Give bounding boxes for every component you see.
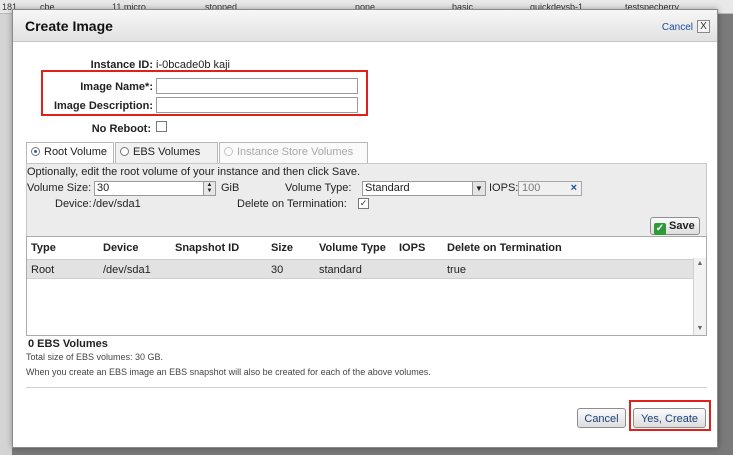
image-name-input[interactable]	[156, 78, 358, 94]
instructions-text: Optionally, edit the root volume of your…	[27, 166, 361, 178]
column-header: Type	[31, 242, 56, 254]
table-scrollbar[interactable]: ▲ ▼	[693, 258, 706, 335]
spinner-arrows-icon[interactable]: ▲ ▼	[203, 182, 215, 195]
root-volume-panel: Optionally, edit the root volume of your…	[26, 163, 707, 238]
table-row[interactable]: Root /dev/sda1 30 standard true	[27, 259, 694, 279]
iops-label: IOPS:	[489, 182, 519, 194]
close-icon[interactable]: X	[697, 20, 710, 33]
background-page	[0, 14, 12, 455]
tab-label: EBS Volumes	[133, 146, 201, 158]
device-value: /dev/sda1	[93, 198, 141, 210]
radio-selected-icon	[31, 147, 40, 156]
no-reboot-label: No Reboot:	[91, 123, 151, 135]
column-header: Volume Type	[319, 242, 386, 254]
dialog-titlebar: Create Image Cancel X	[13, 10, 717, 42]
column-header: IOPS	[399, 242, 426, 254]
cell-volume-type: standard	[319, 264, 362, 276]
no-reboot-checkbox[interactable]	[156, 121, 167, 132]
yes-create-button[interactable]: Yes, Create	[633, 408, 706, 428]
save-button[interactable]: ✓ Save	[650, 217, 700, 235]
image-name-label: Image Name*:	[80, 81, 153, 93]
cell-device: /dev/sda1	[103, 264, 151, 276]
image-description-input[interactable]	[156, 97, 358, 113]
total-size-text: Total size of EBS volumes: 30 GB.	[26, 352, 164, 362]
volume-type-value: Standard	[365, 182, 410, 194]
titlebar-cancel-link[interactable]: Cancel	[662, 22, 693, 33]
tab-ebs-volumes[interactable]: EBS Volumes	[115, 142, 218, 163]
iops-value: 100	[522, 182, 541, 194]
scroll-up-icon[interactable]: ▲	[694, 259, 706, 269]
checkmark-icon: ✓	[654, 223, 666, 235]
column-header: Snapshot ID	[175, 242, 240, 254]
volume-size-value: 30	[97, 182, 110, 194]
ebs-volumes-count: 0 EBS Volumes	[28, 338, 108, 350]
volume-table: Type Device Snapshot ID Size Volume Type…	[26, 236, 707, 336]
iops-input: 100 ×	[518, 181, 582, 196]
column-header: Delete on Termination	[447, 242, 562, 254]
tab-instance-store-volumes: Instance Store Volumes	[219, 142, 368, 163]
volume-type-select[interactable]: Standard ▼	[362, 181, 486, 196]
tab-label: Root Volume	[44, 146, 107, 158]
volume-type-label: Volume Type:	[285, 182, 352, 194]
footer-divider	[26, 387, 707, 388]
radio-icon	[224, 147, 233, 156]
snapshot-note: When you create an EBS image an EBS snap…	[26, 367, 431, 377]
volume-size-input[interactable]: 30 ▲ ▼	[94, 181, 216, 196]
cancel-button[interactable]: Cancel	[577, 408, 626, 428]
cell-size: 30	[271, 264, 284, 276]
clear-icon[interactable]: ×	[571, 182, 577, 195]
cell-delete-on-termination: true	[447, 264, 466, 276]
radio-icon	[120, 147, 129, 156]
image-description-label: Image Description:	[53, 100, 153, 112]
device-label: Device:	[55, 198, 92, 210]
scroll-down-icon[interactable]: ▼	[694, 324, 706, 334]
cell-type: Root	[31, 264, 55, 276]
chevron-down-icon[interactable]: ▼	[472, 182, 485, 195]
delete-on-termination-checkbox[interactable]: ✓	[358, 198, 369, 209]
tab-root-volume[interactable]: Root Volume	[26, 142, 114, 164]
create-image-dialog: Create Image Cancel X Instance ID: i-0bc…	[12, 9, 718, 448]
column-header: Size	[271, 242, 294, 254]
volume-size-unit: GiB	[221, 182, 240, 194]
column-header: Device	[103, 242, 139, 254]
tab-label: Instance Store Volumes	[237, 146, 354, 158]
delete-on-termination-label: Delete on Termination:	[237, 198, 347, 210]
save-label: Save	[669, 220, 695, 232]
dialog-title: Create Image	[25, 18, 113, 34]
volume-size-label: Volume Size:	[27, 182, 92, 194]
